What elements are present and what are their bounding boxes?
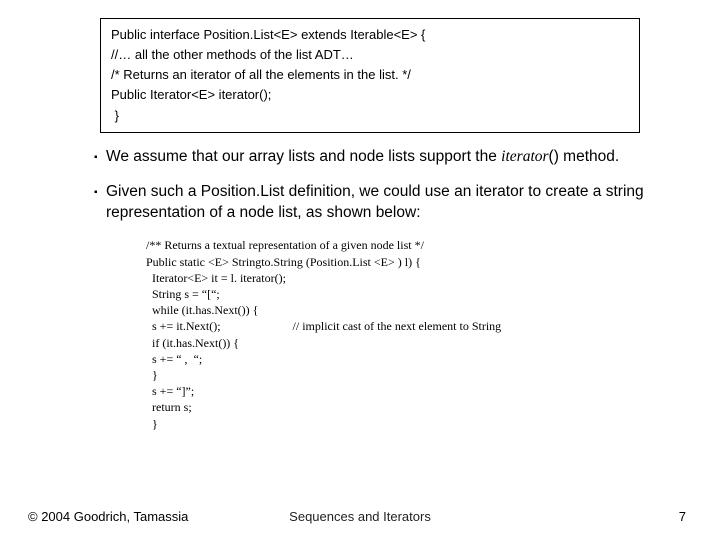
copyright-text: © 2004 Goodrich, Tamassia: [28, 509, 188, 524]
bullet-list: ▪ We assume that our array lists and nod…: [94, 147, 644, 224]
code-line: //… all the other methods of the list AD…: [111, 45, 629, 65]
code-line: return s;: [146, 399, 644, 415]
t: We assume that our array lists and node …: [106, 148, 501, 165]
t: Iterable<E> {: [350, 27, 425, 42]
code-line: while (it.has.Next()) {: [146, 302, 644, 318]
code-line: }: [146, 416, 644, 432]
t: Iterator<E> iterator();: [150, 87, 271, 102]
t: Position.List<E>: [204, 27, 298, 42]
code-line: String s = “[“;: [146, 286, 644, 302]
code-line: Public interface Position.List<E> extend…: [111, 25, 629, 45]
slide-footer: © 2004 Goodrich, Tamassia Sequences and …: [0, 509, 720, 524]
t: Public interface: [111, 27, 204, 42]
t: Public: [111, 87, 150, 102]
t: s += it.Next();: [146, 319, 221, 333]
code-line: s += it.Next(); // implicit cast of the n…: [146, 318, 644, 334]
bullet-text: We assume that our array lists and node …: [106, 147, 644, 168]
bullet-item: ▪ We assume that our array lists and nod…: [94, 147, 644, 168]
code-line: s += “ , “;: [146, 351, 644, 367]
code-line: /** Returns a textual representation of …: [146, 237, 644, 253]
code-line: /* Returns an iterator of all the elemen…: [111, 65, 629, 85]
code-line: Iterator<E> it = l. iterator();: [146, 270, 644, 286]
code-line: Public Iterator<E> iterator();: [111, 85, 629, 105]
code-line: s += “]”;: [146, 383, 644, 399]
bullet-text: Given such a Position.List definition, w…: [106, 182, 644, 224]
t: extends: [297, 27, 350, 42]
code-line: }: [111, 106, 629, 126]
bullet-marker: ▪: [94, 182, 106, 224]
example-code-block: /** Returns a textual representation of …: [146, 237, 644, 431]
code-line: Public static <E> Stringto.String (Posit…: [146, 254, 644, 270]
t: () method.: [549, 148, 620, 165]
bullet-item: ▪ Given such a Position.List definition,…: [94, 182, 644, 224]
code-line: }: [146, 367, 644, 383]
interface-code-box: Public interface Position.List<E> extend…: [100, 18, 640, 133]
bullet-marker: ▪: [94, 147, 106, 168]
t: // implicit cast of the next element to …: [293, 319, 502, 333]
t: iterator: [501, 148, 548, 165]
page-number: 7: [679, 509, 686, 524]
code-line: if (it.has.Next()) {: [146, 335, 644, 351]
